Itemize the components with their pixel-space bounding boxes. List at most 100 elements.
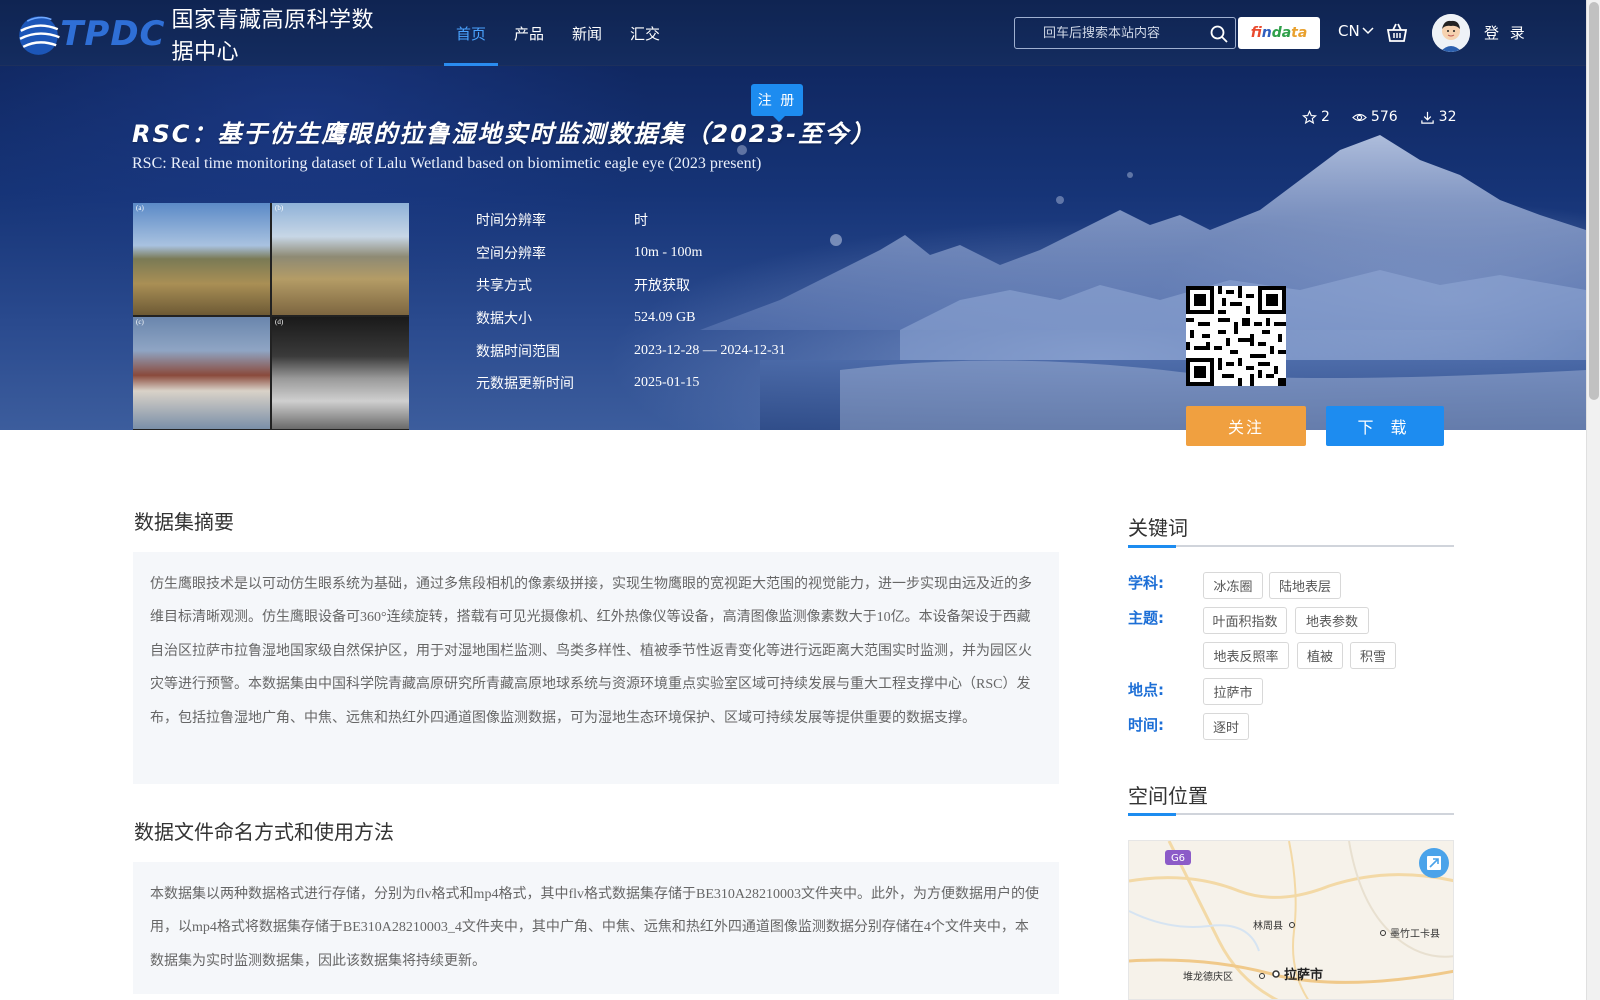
findata-text-2: n [1261,25,1272,41]
meta-row: 数据大小 524.09 GB [476,302,786,335]
login-link[interactable]: 登 录 [1484,22,1528,43]
page-scrollbar[interactable] [1586,0,1600,1000]
nav-submit[interactable]: 汇交 [618,0,672,66]
keyword-label-discipline: 学科: [1128,574,1164,592]
user-avatar-icon [1432,14,1470,52]
naming-text: 本数据集以两种数据格式进行存储，分别为flv格式和mp4格式，其中flv格式数据… [150,887,1039,969]
meta-row: 时间分辨率 时 [476,204,786,237]
map-canvas: G6 林周县 墨竹工卡县 堆龙德庆区 拉萨市 [1129,841,1453,999]
meta-row: 空间分辨率 10m - 100m [476,237,786,270]
nav-products[interactable]: 产品 [502,0,556,66]
star-icon [1302,109,1317,124]
findata-button[interactable]: fi n da ta [1238,17,1320,49]
findata-text-3: da [1271,25,1292,41]
logo-tpdc-text: TPDC [60,14,166,54]
basket-icon[interactable] [1386,22,1408,44]
register-tooltip[interactable]: 注 册 [751,84,803,122]
spatial-underline [1128,813,1454,816]
meta-value: 524.09 GB [634,310,696,326]
nav-news[interactable]: 新闻 [560,0,614,66]
findata-text-1: fi [1250,25,1262,41]
abstract-title: 数据集摘要 [134,510,234,534]
downloads-stat: 32 [1420,109,1457,125]
thumbnail-medium-focus: (b) [272,203,409,315]
favorites-stat[interactable]: 2 [1302,109,1330,125]
keyword-label-theme: 主题: [1128,609,1164,627]
keywords-title: 关键词 [1128,516,1188,540]
main-nav: 首页 产品 新闻 汇交 [444,0,676,66]
language-label: CN [1338,22,1360,40]
abstract-text: 仿生鹰眼技术是以可动仿生眼系统为基础，通过多焦段相机的像素级拼接，实现生物鹰眼的… [150,577,1032,726]
search-icon[interactable] [1209,24,1229,44]
meta-label: 数据大小 [476,311,532,328]
dataset-meta: 时间分辨率 时 空间分辨率 10m - 100m 共享方式 开放获取 数据大小 … [476,204,786,400]
keyword-label-place: 地点: [1128,681,1164,699]
spatial-title: 空间位置 [1128,784,1208,808]
dataset-title-cn: RSC：基于仿生鹰眼的拉鲁湿地实时监测数据集（2023-至今） [132,120,877,148]
thumbnail-long-focus: (c) [133,317,270,429]
keyword-label-time: 时间: [1128,716,1164,734]
keyword-tag[interactable]: 陆地表层 [1269,572,1341,599]
map-label-mozhugongka: 墨竹工卡县 [1390,927,1440,940]
meta-value: 时 [634,214,648,230]
meta-value: 2025-01-15 [634,375,700,391]
keywords-underline [1128,545,1454,548]
meta-label: 空间分辨率 [476,245,546,262]
meta-label: 数据时间范围 [476,343,560,360]
thumbnail-label-c: (c) [136,318,144,326]
meta-value: 2023-12-28 — 2024-12-31 [634,342,786,358]
keyword-tag[interactable]: 地表反照率 [1203,642,1289,669]
search-input[interactable] [1015,25,1195,41]
meta-label: 时间分辨率 [476,213,546,230]
thumbnail-label-b: (b) [275,204,284,212]
downloads-count: 32 [1438,109,1457,125]
follow-button[interactable]: 关注 [1186,406,1306,446]
download-button[interactable]: 下 载 [1326,406,1444,446]
abstract-box: 仿生鹰眼技术是以可动仿生眼系统为基础，通过多焦段相机的像素级拼接，实现生物鹰眼的… [133,552,1059,784]
qr-code-icon [1186,286,1286,386]
meta-row: 数据时间范围 2023-12-28 — 2024-12-31 [476,334,786,367]
meta-row: 共享方式 开放获取 [476,269,786,302]
meta-label: 共享方式 [476,278,532,295]
meta-row: 元数据更新时间 2025-01-15 [476,367,786,400]
map-label-duilongdeqing: 堆龙德庆区 [1183,970,1233,983]
scrollbar-thumb[interactable] [1589,2,1599,400]
expand-map-icon[interactable] [1419,848,1449,878]
download-icon [1420,111,1434,124]
globe-logo-icon [19,16,60,55]
meta-value: 开放获取 [634,279,690,295]
views-stat: 576 [1352,109,1398,125]
map-label-linzhou: 林周县 [1253,919,1283,932]
thumbnail-thermal-infrared: (d) [272,317,409,429]
keyword-tag[interactable]: 叶面积指数 [1203,607,1287,634]
dataset-thumbnail[interactable]: (a) (b) (c) (d) [133,203,409,430]
meta-label: 元数据更新时间 [476,376,574,393]
naming-box: 本数据集以两种数据格式进行存储，分别为flv格式和mp4格式，其中flv格式数据… [133,862,1059,994]
views-count: 576 [1370,109,1398,125]
favorites-count: 2 [1321,109,1330,125]
dataset-title-en: RSC: Real time monitoring dataset of Lal… [132,155,762,172]
thumbnail-label-d: (d) [275,318,284,326]
map-road-label: G6 [1171,853,1185,864]
keyword-tag[interactable]: 拉萨市 [1203,678,1263,705]
keyword-tag[interactable]: 地表参数 [1295,607,1369,634]
keyword-tag[interactable]: 积雪 [1350,642,1396,669]
location-map[interactable]: G6 林周县 墨竹工卡县 堆龙德庆区 拉萨市 [1128,840,1454,1000]
site-name: 国家青藏高原科学数据中心 [171,8,375,65]
thumbnail-label-a: (a) [136,204,144,212]
keyword-tag[interactable]: 冰冻圈 [1203,572,1263,599]
findata-text-4: ta [1291,25,1308,41]
map-label-lhasa: 拉萨市 [1284,967,1323,983]
keyword-tag[interactable]: 植被 [1297,642,1343,669]
eye-icon [1352,113,1367,121]
dataset-stats: 2 576 32 [1302,109,1456,125]
avatar[interactable] [1432,14,1470,52]
site-logo[interactable]: TPDC 国家青藏高原科学数据中心 [16,4,396,65]
thumbnail-wide-angle: (a) [133,203,270,315]
naming-title: 数据文件命名方式和使用方法 [134,820,394,844]
meta-value: 10m - 100m [634,244,703,260]
nav-home[interactable]: 首页 [444,0,499,66]
keyword-tag[interactable]: 逐时 [1203,713,1249,740]
chevron-down-icon [1362,27,1374,35]
language-switch[interactable]: CN [1338,22,1374,40]
